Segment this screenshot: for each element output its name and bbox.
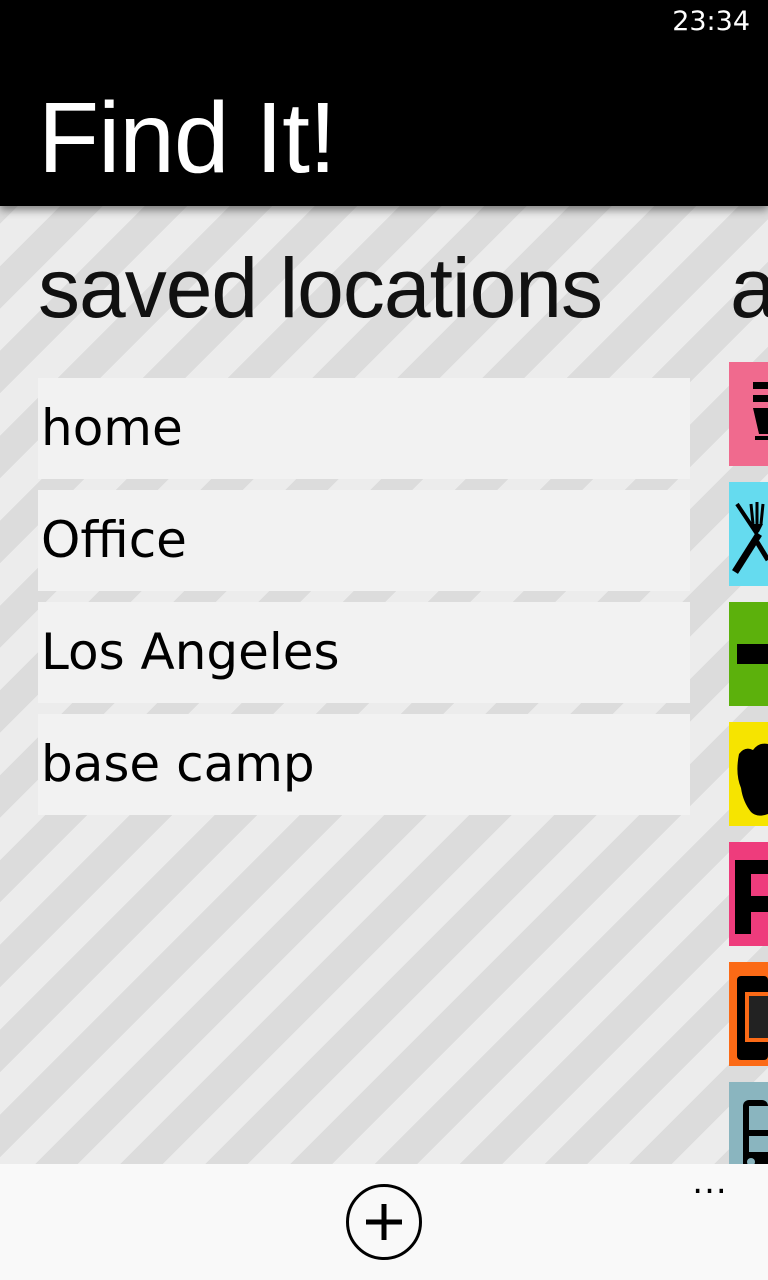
more-options-button[interactable]: ... — [680, 1165, 740, 1200]
list-item[interactable]: base camp — [38, 714, 690, 815]
app-bar: ... — [0, 1164, 768, 1280]
police-icon — [737, 743, 768, 816]
tile-police[interactable] — [729, 722, 768, 826]
pivot-header-next[interactable]: a — [730, 238, 768, 338]
pivot-header-saved-locations[interactable]: saved locations — [38, 238, 603, 338]
fuel-icon — [753, 382, 768, 440]
medical-icon — [737, 644, 768, 664]
tile-medical[interactable] — [729, 602, 768, 706]
parking-icon — [735, 860, 768, 934]
saved-locations-list: home Office Los Angeles base camp — [38, 378, 690, 826]
tile-parking[interactable] — [729, 842, 768, 946]
category-tiles — [729, 362, 768, 1202]
tile-atm[interactable] — [729, 962, 768, 1066]
add-icon — [366, 1204, 402, 1240]
list-item[interactable]: Los Angeles — [38, 602, 690, 703]
list-item[interactable]: home — [38, 378, 690, 479]
restaurant-icon — [732, 502, 768, 574]
app-title: Find It! — [38, 82, 337, 194]
add-location-button[interactable] — [346, 1184, 422, 1260]
tile-fuel[interactable] — [729, 362, 768, 466]
list-item[interactable]: Office — [38, 490, 690, 591]
app-header: 23:34 Find It! — [0, 0, 768, 206]
status-time: 23:34 — [672, 6, 750, 37]
atm-icon — [737, 976, 768, 1060]
tile-restaurant[interactable] — [729, 482, 768, 586]
